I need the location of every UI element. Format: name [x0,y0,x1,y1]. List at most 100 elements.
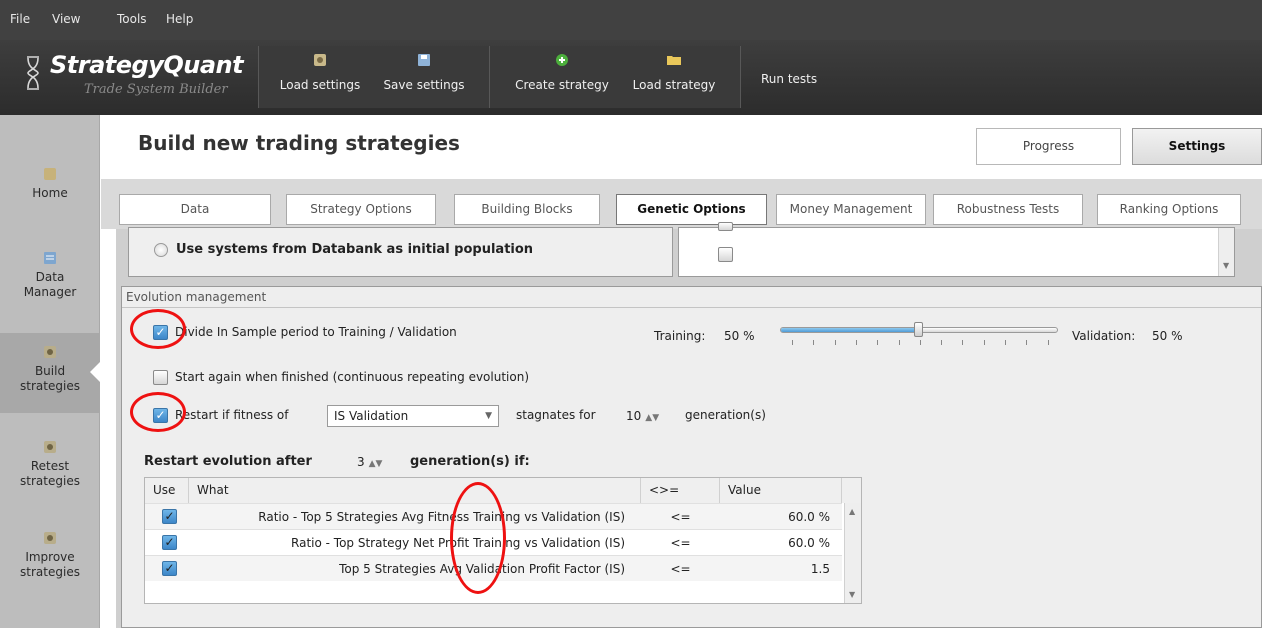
row-use-checkbox[interactable]: ✓ [162,509,177,524]
slider-tick [813,340,815,345]
load-settings-button[interactable]: Load settings [274,52,366,108]
progress-button[interactable]: Progress [976,128,1121,165]
databank-item-checkbox[interactable] [718,222,733,231]
databank-list-scrollbar[interactable]: ▼ [1218,228,1234,276]
row-what: Ratio - Top 5 Strategies Avg Fitness Tra… [258,510,625,524]
sidebar-item-label: Build strategies [20,364,80,393]
column-header-what: What [189,478,641,503]
logo-subtitle: Trade System Builder [84,82,228,97]
menu-bar: File View Tools Help [0,0,1262,40]
genetic-options-panel: Use systems from Databank as initial pop… [116,222,1262,628]
scroll-down-icon: ▼ [1223,261,1230,270]
validation-value: 50 % [1152,329,1183,343]
menu-view[interactable]: View [52,12,80,26]
sidebar-item-label: Retest strategies [20,459,80,488]
tab-robustness-tests[interactable]: Robustness Tests [933,194,1083,225]
row-operator: <= [670,562,691,576]
row-value: 1.5 [810,562,830,576]
column-header-value: Value [720,478,842,503]
training-label: Training: [654,329,706,343]
logo-title: StrategyQuant [50,51,244,79]
databank-item-checkbox[interactable] [718,247,733,262]
sidebar-item-home[interactable]: Home [0,167,100,201]
scroll-down-icon: ▼ [849,590,856,599]
restart-after-spinner[interactable]: 3 ▲▼ [357,451,382,473]
slider-tick [919,340,921,345]
folder-icon [667,56,681,65]
build-icon [44,346,56,358]
tab-money-management[interactable]: Money Management [776,194,926,225]
save-settings-icon [418,54,430,66]
gear-settings-icon [314,54,326,66]
sidebar-item-retest-strategies[interactable]: Retest strategies [0,440,100,489]
slider-ticks [792,340,1049,346]
row-value: 60.0 % [788,510,830,524]
spinner-arrows-icon: ▲▼ [645,413,660,423]
dropdown-arrow-icon: ▼ [485,411,492,421]
slider-thumb[interactable] [914,322,923,337]
restart-after-label: Restart evolution after [144,454,312,469]
toolbar: StrategyQuant Trade System Builder Load … [0,40,1262,115]
tab-data[interactable]: Data [119,194,271,225]
active-indicator [90,362,100,382]
menu-file[interactable]: File [10,12,30,26]
section-divider [122,307,1261,308]
sidebar-item-data-manager[interactable]: Data Manager [0,251,100,300]
initial-population-frame: Use systems from Databank as initial pop… [128,227,673,277]
databank-initial-population-radio[interactable] [154,243,168,257]
load-strategy-button[interactable]: Load strategy [626,52,722,108]
stagnation-generations-spinner[interactable]: 10 ▲▼ [626,405,659,427]
retest-icon [44,441,56,453]
slider-tick [983,340,985,345]
spinner-arrows-icon: ▲▼ [368,459,383,469]
sidebar-item-build-strategies[interactable]: Build strategies [0,333,100,413]
sidebar-item-label: Data Manager [23,270,77,299]
row-use-checkbox[interactable]: ✓ [162,535,177,550]
run-tests-button[interactable]: Run tests [761,72,817,86]
tab-bar: Data Strategy Options Building Blocks Ge… [101,179,1262,229]
highlight-ellipse [450,482,506,594]
tab-genetic-options[interactable]: Genetic Options [616,194,767,225]
menu-help[interactable]: Help [166,12,193,26]
slider-tick [1005,340,1006,345]
settings-button[interactable]: Settings [1132,128,1262,165]
stagnates-label: stagnates for [516,408,596,422]
home-icon [44,168,56,180]
app-logo: StrategyQuant Trade System Builder [22,47,252,107]
improve-icon [44,532,56,544]
menu-tools[interactable]: Tools [117,12,147,26]
fitness-source-select[interactable]: IS Validation ▼ [327,405,499,427]
tab-strategy-options[interactable]: Strategy Options [286,194,436,225]
sidebar: Home Data Manager Build strategies Retes… [0,115,100,628]
databank-initial-population-label: Use systems from Databank as initial pop… [176,242,534,257]
create-strategy-button[interactable]: Create strategy [508,52,616,108]
slider-tick [1047,340,1049,345]
scroll-up-icon: ▲ [849,507,856,516]
generations-label: generation(s) [685,408,766,422]
column-header-use: Use [145,478,189,503]
row-what: Ratio - Top Strategy Net Profit Training… [291,536,625,550]
table-scrollbar[interactable]: ▲ ▼ [844,503,861,603]
slider-tick [834,340,836,345]
tab-building-blocks[interactable]: Building Blocks [454,194,600,225]
highlight-circle [130,392,186,432]
highlight-circle [130,309,186,349]
add-icon [556,54,568,66]
tab-ranking-options[interactable]: Ranking Options [1097,194,1241,225]
data-manager-icon [44,252,56,264]
evolution-management-section: Evolution management ✓ Divide In Sample … [121,286,1262,628]
validation-label: Validation: [1072,329,1136,343]
row-use-checkbox[interactable]: ✓ [162,561,177,576]
evolution-management-title: Evolution management [126,290,267,304]
sidebar-item-label: Home [32,186,68,200]
sidebar-item-improve-strategies[interactable]: Improve strategies [0,531,100,580]
main-area: Build new trading strategies Progress Se… [101,115,1262,628]
start-again-checkbox[interactable] [153,370,168,385]
restart-after-suffix: generation(s) if: [410,454,530,469]
restart-fitness-label: Restart if fitness of [175,408,289,422]
slider-tick [898,340,900,345]
slider-tick [792,340,793,345]
page-title: Build new trading strategies [138,131,460,155]
save-settings-button[interactable]: Save settings [377,52,471,108]
row-what: Top 5 Strategies Avg Validation Profit F… [339,562,625,576]
